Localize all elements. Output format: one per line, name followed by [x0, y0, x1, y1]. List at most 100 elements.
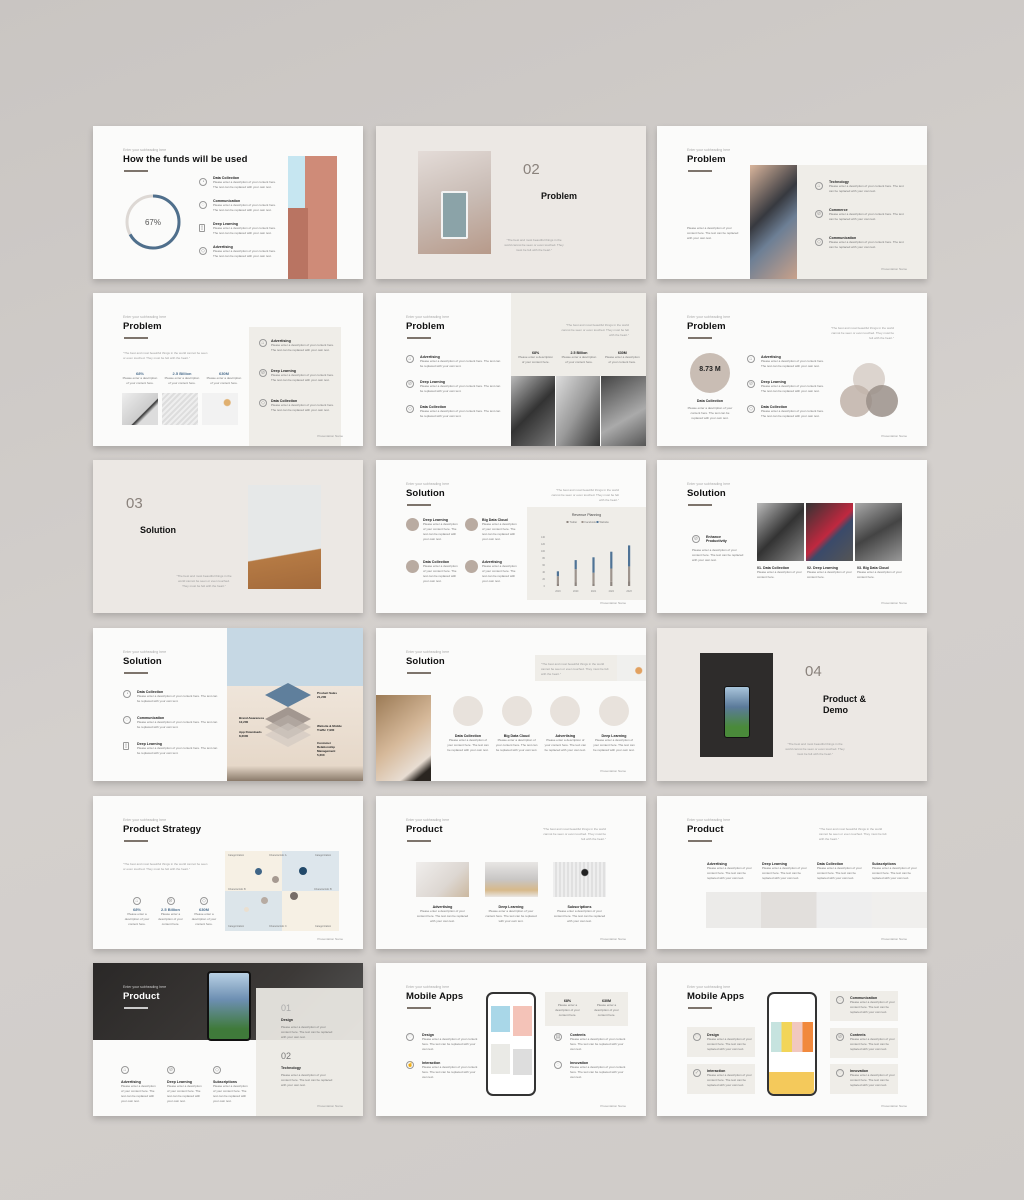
- bar-segment: [556, 576, 559, 584]
- desk-image-1: [122, 393, 158, 425]
- tag-icon: ◇: [747, 405, 755, 413]
- chip-icon: ⌂: [259, 339, 267, 347]
- slide-product-2[interactable]: Enter your subheading here Product "The …: [657, 796, 927, 949]
- compass-icon: [501, 696, 532, 726]
- tag-icon: ◇: [200, 897, 208, 905]
- slide-section-product[interactable]: 04 Product & Demo "The best and most bea…: [657, 628, 927, 781]
- slide-problem-1[interactable]: Enter your subheading here Problem Pleas…: [657, 126, 927, 279]
- tag-icon: ◇: [213, 1066, 221, 1074]
- donut-value: 67%: [145, 218, 161, 227]
- legend-swatch: [596, 521, 599, 523]
- slide-solution-circles[interactable]: Enter your subheading here Solution "The…: [376, 628, 646, 781]
- slide-problem-4[interactable]: Enter your subheading here Problem 8.73 …: [657, 293, 927, 446]
- plant-image: [617, 655, 646, 681]
- design-icon: ♡: [406, 1033, 414, 1041]
- bar-segment: [556, 583, 559, 586]
- stat-circle: 8.73 M: [690, 353, 730, 393]
- legend-label: Twitter: [570, 520, 578, 524]
- slide-section-solution[interactable]: 03 Solution "The best and most beautiful…: [93, 460, 363, 613]
- revenue-chart: Revenue Planning Twitter Facebook Website 0 2…: [541, 513, 632, 593]
- contents-icon: ▤: [554, 1033, 562, 1041]
- slide-title: How the funds will be used: [123, 154, 248, 165]
- title-rule: [124, 170, 148, 172]
- bar-segment: [592, 572, 595, 584]
- compass-icon: ⊘: [167, 1066, 175, 1074]
- slide-solution-2[interactable]: Enter your subheading here Solution ⊘ En…: [657, 460, 927, 613]
- slide-mobile-apps-2[interactable]: Enter your subheading here Mobile Apps ♡…: [657, 963, 927, 1116]
- bw-lamp-image: [556, 376, 600, 446]
- slide-solution-chart[interactable]: Enter your subheading here Solution "The…: [376, 460, 646, 613]
- chat-icon: ◌: [554, 1061, 562, 1069]
- check-icon: ✓: [693, 1069, 701, 1077]
- chip-icon: ⌂: [747, 355, 755, 363]
- section-number: 02: [523, 161, 540, 178]
- bar-segment: [556, 571, 559, 577]
- phone-icon: ▯: [199, 224, 205, 232]
- bw-phone-image: [511, 376, 555, 446]
- chat-icon: ◌: [836, 996, 844, 1004]
- donut-chart: 67%: [125, 194, 181, 250]
- slide-section-problem[interactable]: 02 Problem "The best and most beautiful …: [376, 126, 646, 279]
- venn-diagram: [840, 363, 898, 417]
- chat-icon: [550, 696, 581, 726]
- chart-title: Revenue Planning: [572, 513, 601, 517]
- slide-product-strategy[interactable]: Enter your subheading here Product Strat…: [93, 796, 363, 949]
- slide-product-3[interactable]: Enter your subheading here Product 01 De…: [93, 963, 363, 1116]
- matrix-dot: [261, 897, 268, 904]
- legend-label: Website: [600, 520, 610, 524]
- tag-icon: ◇: [406, 405, 414, 413]
- bar-segment: [610, 551, 613, 569]
- y-tick-label: 20: [542, 578, 545, 581]
- bar-segment: [610, 568, 613, 582]
- compass-icon: ⊘: [815, 210, 823, 218]
- touch-icon: ☝: [406, 1061, 414, 1069]
- y-tick-label: 140: [541, 536, 546, 539]
- matrix-dot: [299, 867, 307, 875]
- slide-product-1[interactable]: Enter your subheading here Product "The …: [376, 796, 646, 949]
- bar-segment: [628, 581, 631, 586]
- bar-segment: [592, 583, 595, 586]
- megaphone-icon: [465, 560, 478, 573]
- desk-image-2: [202, 393, 238, 425]
- innovation-icon: ♡: [836, 1069, 844, 1077]
- slide-problem-3[interactable]: Enter your subheading here Problem ⌂ Adve…: [376, 293, 646, 446]
- slide-funds[interactable]: Enter your subheading here How the funds…: [93, 126, 363, 279]
- legend-swatch: [566, 521, 569, 523]
- vase-image: [376, 695, 431, 781]
- chat-icon: ◌: [199, 201, 207, 209]
- notebook-image: [416, 862, 469, 897]
- gauge-icon: ◔: [199, 178, 207, 186]
- tag-icon: ◇: [199, 247, 207, 255]
- matrix-dot: [272, 876, 279, 883]
- sand-dune-image: [248, 485, 321, 589]
- slide-mobile-apps-1[interactable]: Enter your subheading here Mobile Apps ♡…: [376, 963, 646, 1116]
- tag-icon: [598, 696, 629, 726]
- chip-icon: ⌂: [133, 897, 141, 905]
- cloud-icon: [465, 518, 478, 531]
- compass-icon: ⊘: [406, 380, 414, 388]
- compass-icon: ⊘: [747, 380, 755, 388]
- x-tick-label: 2019: [555, 590, 561, 593]
- phone-screen: [207, 971, 251, 1041]
- bar-segment: [610, 581, 613, 586]
- bw-phone-image: [757, 503, 804, 561]
- laptop-image: [484, 862, 538, 897]
- bw-tablet-image: [601, 376, 646, 446]
- y-tick-label: 60: [542, 564, 545, 567]
- phone-screen: [441, 191, 468, 239]
- database-icon: [453, 696, 483, 726]
- bw-laptop-image: [855, 503, 902, 561]
- tablet-image: [750, 165, 797, 279]
- phone-screen: [724, 686, 750, 738]
- matrix-dot: [244, 907, 249, 912]
- database-icon: [406, 560, 419, 573]
- x-tick-label: 2020: [573, 590, 579, 593]
- compass-icon: ⊘: [166, 897, 175, 905]
- tag-icon: ◇: [815, 238, 823, 246]
- slide-problem-2[interactable]: Enter your subheading here Problem "The …: [93, 293, 363, 446]
- chip-icon: ⌂: [121, 1066, 129, 1074]
- slide-solution-funnel[interactable]: Enter your subheading here Solution ◔ Dat…: [93, 628, 363, 781]
- product-photo-strip: [706, 892, 927, 928]
- y-tick-label: 120: [541, 543, 546, 546]
- phone-icon: ▯: [123, 742, 129, 750]
